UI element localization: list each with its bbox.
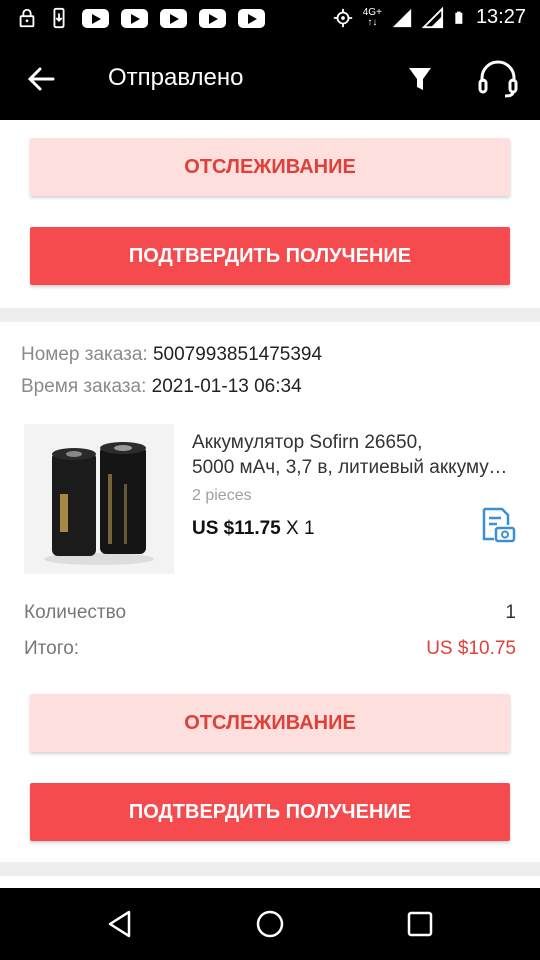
product-pieces: 2 pieces [192,487,252,504]
order-time-line: Время заказа: 2021-01-13 06:34 [21,376,302,398]
system-navigation-bar [0,888,540,960]
track-button[interactable]: ОТСЛЕЖИВАНИЕ [30,694,510,752]
receipt-camera-icon[interactable] [478,506,516,544]
youtube-icon [199,8,226,28]
quantity-row: Количество 1 [24,602,516,624]
product-title[interactable]: Аккумулятор Sofirn 26650, 5000 мАч, 3,7 … [192,430,512,480]
home-nav-icon[interactable] [255,909,285,939]
back-nav-icon[interactable] [105,909,135,939]
order-card-partial: ОТСЛЕЖИВАНИЕ ПОДТВЕРДИТЬ ПОЛУЧЕНИЕ [0,120,540,308]
clock: 13:27 [475,6,526,28]
product-price: US $11.75 [192,518,281,539]
order-number-line: Номер заказа: 5007993851475394 [21,344,322,366]
app-bar: Отправлено [0,38,540,120]
signal-icon [421,6,444,28]
youtube-icon [238,8,265,28]
product-image[interactable] [24,424,174,574]
status-bar: 4G+ ↑↓ 13:27 [0,0,540,38]
confirm-receipt-button[interactable]: ПОДТВЕРДИТЬ ПОЛУЧЕНИЕ [30,227,510,285]
battery-icon [455,11,463,24]
quantity-label: Количество [24,602,127,623]
next-order-card [0,876,540,888]
confirm-receipt-button[interactable]: ПОДТВЕРДИТЬ ПОЛУЧЕНИЕ [30,783,510,841]
total-value: US $10.75 [426,638,516,659]
back-arrow-icon[interactable] [26,64,56,94]
product-price-line: US $11.75 X 1 [192,518,315,540]
signal-icon [392,8,412,27]
total-label: Итого: [24,638,80,659]
youtube-icon [121,8,148,28]
phone-download-icon [53,7,65,29]
quantity-value: 1 [505,602,516,623]
order-number: 5007993851475394 [152,344,323,365]
location-icon [333,8,352,27]
order-number-label: Номер заказа: [21,344,148,365]
youtube-icon [160,8,187,28]
network-type-indicator: 4G+ ↑↓ [362,6,382,28]
page-title: Отправлено [108,64,244,91]
youtube-icon [82,8,109,28]
filter-icon[interactable] [405,64,435,94]
support-headset-icon[interactable] [476,60,520,98]
order-list[interactable]: ОТСЛЕЖИВАНИЕ ПОДТВЕРДИТЬ ПОЛУЧЕНИЕ Номер… [0,120,540,888]
order-time-label: Время заказа: [21,376,147,397]
order-card: Номер заказа: 5007993851475394 Время зак… [0,322,540,862]
track-button[interactable]: ОТСЛЕЖИВАНИЕ [30,138,510,196]
lock-icon [19,8,35,28]
recents-nav-icon[interactable] [405,909,435,939]
order-time: 2021-01-13 06:34 [151,376,302,397]
total-row: Итого: US $10.75 [24,638,516,660]
product-qty: X 1 [286,518,315,539]
